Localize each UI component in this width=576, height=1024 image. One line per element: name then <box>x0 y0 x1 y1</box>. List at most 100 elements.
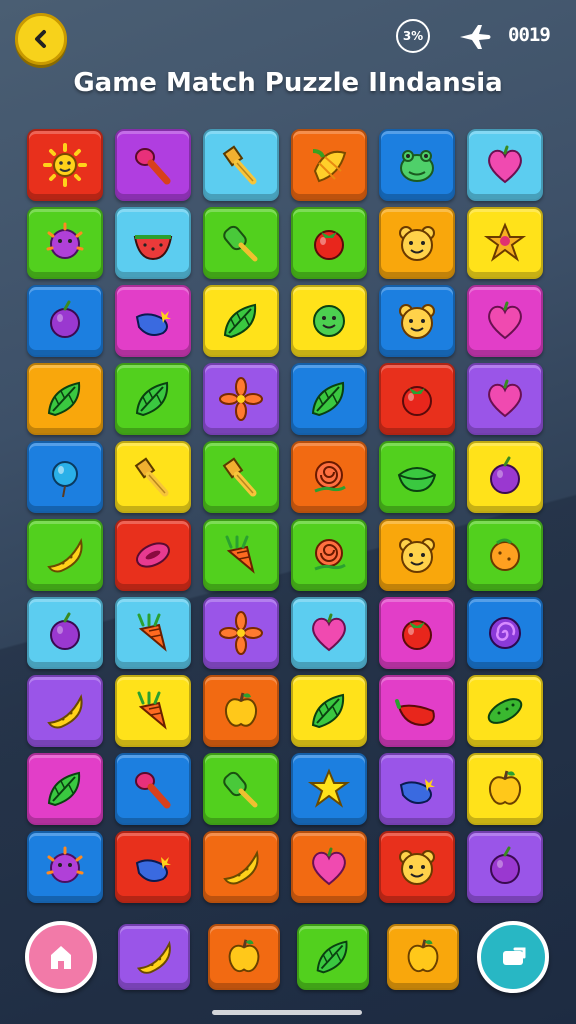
eggplant-icon <box>135 311 171 336</box>
sun-icon <box>43 143 87 187</box>
tile[interactable] <box>115 129 191 201</box>
tile[interactable] <box>291 285 367 357</box>
tile[interactable] <box>27 441 103 513</box>
carrot-icon <box>137 691 167 730</box>
tile[interactable] <box>291 363 367 435</box>
tile[interactable] <box>115 675 191 747</box>
tile[interactable] <box>467 441 543 513</box>
tile[interactable] <box>467 753 543 825</box>
back-button[interactable] <box>15 13 67 65</box>
tile[interactable] <box>291 129 367 201</box>
tile[interactable] <box>467 285 543 357</box>
star-fruit-icon <box>483 222 527 262</box>
tile[interactable] <box>115 831 191 903</box>
frog-icon <box>400 150 434 182</box>
tile[interactable] <box>291 675 367 747</box>
home-button[interactable] <box>25 921 97 993</box>
tile[interactable] <box>379 831 455 903</box>
tile[interactable] <box>467 831 543 903</box>
apple-icon <box>489 770 521 805</box>
progress-indicator: 3% <box>396 19 430 53</box>
popsicle-icon <box>223 771 258 808</box>
tile[interactable] <box>379 519 455 591</box>
tile[interactable] <box>291 207 367 279</box>
tile[interactable] <box>115 363 191 435</box>
tile[interactable] <box>291 831 367 903</box>
tile[interactable] <box>467 519 543 591</box>
tile[interactable] <box>379 129 455 201</box>
tile[interactable] <box>467 129 543 201</box>
banana-icon <box>47 693 83 729</box>
corn-icon <box>312 149 347 183</box>
tile[interactable] <box>291 753 367 825</box>
tile[interactable] <box>467 597 543 669</box>
tile[interactable] <box>379 285 455 357</box>
dock-tile[interactable] <box>297 924 369 990</box>
dock-tile[interactable] <box>387 924 459 990</box>
tile[interactable] <box>115 441 191 513</box>
tile[interactable] <box>203 441 279 513</box>
tile[interactable] <box>291 597 367 669</box>
rose-icon <box>314 461 346 493</box>
tile[interactable] <box>379 441 455 513</box>
eggplant-icon <box>399 779 435 804</box>
star-icon <box>307 768 351 808</box>
tile[interactable] <box>291 519 367 591</box>
tile[interactable] <box>467 207 543 279</box>
tile[interactable] <box>203 597 279 669</box>
heart-fruit-icon <box>312 613 346 652</box>
tile[interactable] <box>467 363 543 435</box>
tile[interactable] <box>203 831 279 903</box>
tile[interactable] <box>27 207 103 279</box>
tile[interactable] <box>203 675 279 747</box>
spoon-icon <box>135 772 171 809</box>
tile[interactable] <box>379 207 455 279</box>
tile[interactable] <box>291 441 367 513</box>
tile[interactable] <box>115 753 191 825</box>
tile[interactable] <box>203 285 279 357</box>
ball-icon <box>46 846 84 883</box>
popsicle-icon <box>223 225 258 262</box>
bear-face-icon <box>399 226 435 261</box>
dock-tile[interactable] <box>118 924 190 990</box>
leaf-icon <box>223 303 257 339</box>
tile[interactable] <box>379 675 455 747</box>
tile[interactable] <box>379 363 455 435</box>
tile[interactable] <box>27 753 103 825</box>
spiral-icon <box>489 617 521 649</box>
tile[interactable] <box>27 129 103 201</box>
carrot-icon <box>225 535 255 574</box>
tile[interactable] <box>27 519 103 591</box>
flower-icon <box>219 377 263 421</box>
ball-icon <box>46 222 84 259</box>
dock-tile[interactable] <box>208 924 280 990</box>
tile[interactable] <box>115 285 191 357</box>
leaf-icon <box>311 381 345 417</box>
tile[interactable] <box>467 675 543 747</box>
tile[interactable] <box>27 285 103 357</box>
tomato-icon <box>402 386 432 416</box>
tile[interactable] <box>27 831 103 903</box>
tile[interactable] <box>203 129 279 201</box>
tile[interactable] <box>27 363 103 435</box>
leaf-icon <box>311 693 345 729</box>
bear-face-icon <box>399 538 435 573</box>
tile[interactable] <box>115 519 191 591</box>
heart-fruit-icon <box>488 145 522 184</box>
banana-icon <box>136 940 171 974</box>
tile[interactable] <box>203 753 279 825</box>
tile[interactable] <box>27 675 103 747</box>
tile[interactable] <box>203 519 279 591</box>
tile[interactable] <box>203 363 279 435</box>
tile[interactable] <box>27 597 103 669</box>
tile[interactable] <box>203 207 279 279</box>
tile[interactable] <box>115 207 191 279</box>
shuffle-button[interactable] <box>477 921 549 993</box>
tile[interactable] <box>379 597 455 669</box>
tile[interactable] <box>115 597 191 669</box>
bear-face-icon <box>399 304 435 339</box>
plane-icon[interactable] <box>458 22 492 52</box>
shuffle-icon <box>503 947 526 965</box>
tile[interactable] <box>379 753 455 825</box>
tomato-icon <box>402 620 432 650</box>
